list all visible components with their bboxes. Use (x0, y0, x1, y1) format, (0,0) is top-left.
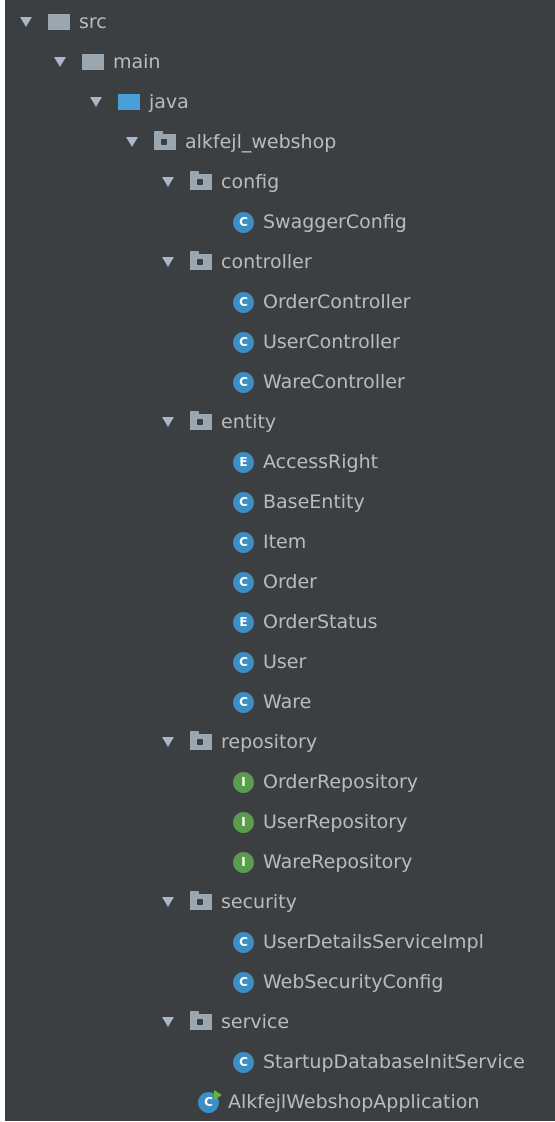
tree-node-interface[interactable]: I OrderRepository (5, 762, 555, 802)
class-icon: C (233, 691, 254, 713)
tree-node-java[interactable]: java (5, 82, 555, 122)
tree-node-label: repository (221, 731, 318, 753)
package-icon (190, 1011, 212, 1030)
spring-boot-application-icon: C (198, 1089, 222, 1113)
class-icon: C (233, 531, 254, 553)
tree-node-class[interactable]: C User (5, 642, 555, 682)
tree-node-class[interactable]: C StartupDatabaseInitService (5, 1042, 555, 1082)
tree-node-label: java (149, 91, 189, 113)
class-icon: C (233, 291, 254, 313)
tree-node-class[interactable]: C Order (5, 562, 555, 602)
package-icon (190, 171, 212, 190)
tree-node-label: alkfejl_webshop (185, 131, 337, 153)
tree-node-label: StartupDatabaseInitService (263, 1051, 525, 1073)
tree-node-repository[interactable]: repository (5, 722, 555, 762)
tree-node-class[interactable]: C SwaggerConfig (5, 202, 555, 242)
tree-node-src[interactable]: src (5, 2, 555, 42)
triangle-down-icon[interactable] (162, 897, 174, 907)
triangle-down-icon[interactable] (162, 257, 174, 267)
tree-node-application[interactable]: C AlkfejlWebshopApplication (5, 1082, 555, 1122)
package-icon (190, 251, 212, 270)
source-folder-icon (118, 94, 140, 110)
tree-node-label: SwaggerConfig (263, 211, 407, 233)
tree-node-label: WareController (263, 371, 405, 393)
tree-node-label: UserRepository (263, 811, 408, 833)
tree-node-config[interactable]: config (5, 162, 555, 202)
tree-node-label: AccessRight (263, 451, 379, 473)
tree-node-label: OrderRepository (263, 771, 419, 793)
class-icon: C (233, 971, 254, 993)
tree-node-label: UserDetailsServiceImpl (263, 931, 484, 953)
triangle-down-icon[interactable] (162, 1017, 174, 1027)
tree-node-interface[interactable]: I WareRepository (5, 842, 555, 882)
tree-node-label: Ware (263, 691, 312, 713)
tree-node-controller[interactable]: controller (5, 242, 555, 282)
tree-node-label: OrderController (263, 291, 411, 313)
class-icon: C (233, 211, 254, 233)
tree-node-class[interactable]: C UserDetailsServiceImpl (5, 922, 555, 962)
tree-node-entity[interactable]: entity (5, 402, 555, 442)
folder-icon (48, 14, 70, 30)
tree-node-label: controller (221, 251, 312, 273)
tree-node-enum[interactable]: E AccessRight (5, 442, 555, 482)
tree-node-label: entity (221, 411, 277, 433)
package-icon (190, 731, 212, 750)
tree-node-label: Order (263, 571, 317, 593)
triangle-down-icon[interactable] (162, 177, 174, 187)
class-icon: C (233, 371, 254, 393)
tree-node-label: BaseEntity (263, 491, 365, 513)
class-icon: C (233, 651, 254, 673)
class-icon: C (233, 491, 254, 513)
triangle-down-icon[interactable] (54, 57, 66, 67)
tree-node-security[interactable]: security (5, 882, 555, 922)
interface-icon: I (233, 811, 254, 833)
tree-node-main[interactable]: main (5, 42, 555, 82)
enum-icon: E (233, 611, 254, 633)
package-icon (154, 131, 176, 150)
tree-node-label: config (221, 171, 280, 193)
tree-node-package-root[interactable]: alkfejl_webshop (5, 122, 555, 162)
class-icon: C (233, 331, 254, 353)
tree-node-class[interactable]: C WebSecurityConfig (5, 962, 555, 1002)
tree-node-label: UserController (263, 331, 400, 353)
tree-node-label: security (221, 891, 297, 913)
tree-node-enum[interactable]: E OrderStatus (5, 602, 555, 642)
tree-node-label: User (263, 651, 307, 673)
tree-node-class[interactable]: C Ware (5, 682, 555, 722)
tree-node-class[interactable]: C OrderController (5, 282, 555, 322)
tree-node-label: WebSecurityConfig (263, 971, 444, 993)
class-icon: C (233, 571, 254, 593)
package-icon (190, 411, 212, 430)
folder-icon (82, 54, 104, 70)
tree-node-label: AlkfejlWebshopApplication (228, 1091, 480, 1113)
class-icon: C (233, 1051, 254, 1073)
triangle-down-icon[interactable] (90, 97, 102, 107)
tree-node-service[interactable]: service (5, 1002, 555, 1042)
tree-node-label: OrderStatus (263, 611, 378, 633)
tree-node-class[interactable]: C BaseEntity (5, 482, 555, 522)
triangle-down-icon[interactable] (162, 737, 174, 747)
interface-icon: I (233, 851, 254, 873)
class-icon: C (233, 931, 254, 953)
tree-node-label: main (113, 51, 161, 73)
triangle-down-icon[interactable] (126, 137, 138, 147)
triangle-down-icon[interactable] (20, 17, 32, 27)
tree-node-label: service (221, 1011, 290, 1033)
tree-node-label: Item (263, 531, 307, 553)
tree-node-label: WareRepository (263, 851, 413, 873)
tree-node-label: src (79, 11, 107, 33)
package-icon (190, 891, 212, 910)
enum-icon: E (233, 451, 254, 473)
triangle-down-icon[interactable] (162, 417, 174, 427)
tree-node-class[interactable]: C Item (5, 522, 555, 562)
project-tree-panel: src main java alkfejl_webshop config C S… (5, 0, 555, 1121)
tree-node-class[interactable]: C WareController (5, 362, 555, 402)
tree-node-class[interactable]: C UserController (5, 322, 555, 362)
interface-icon: I (233, 771, 254, 793)
tree-node-interface[interactable]: I UserRepository (5, 802, 555, 842)
